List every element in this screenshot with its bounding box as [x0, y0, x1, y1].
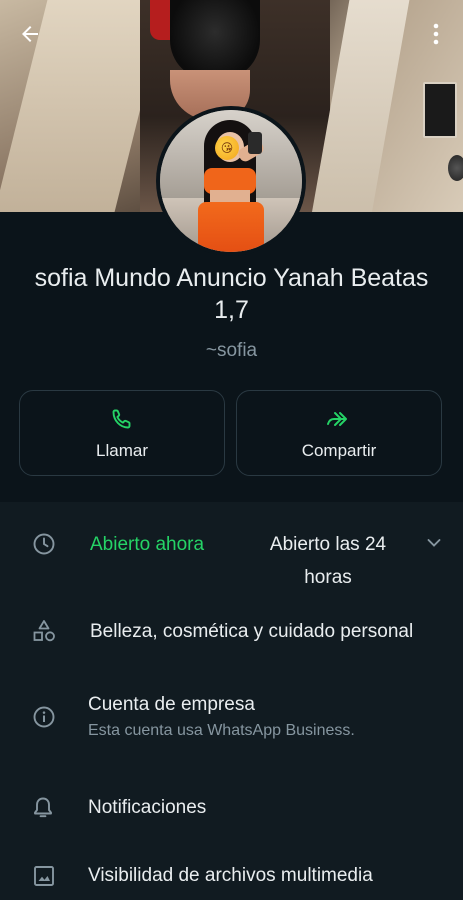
profile-name: sofia Mundo Anuncio Yanah Beatas 1,7 — [34, 264, 429, 324]
share-label: Compartir — [301, 440, 377, 460]
notifications-row[interactable] — [0, 775, 463, 839]
image-icon — [31, 863, 57, 889]
call-button[interactable]: Llamar — [19, 390, 225, 476]
bell-icon — [30, 795, 56, 821]
avatar-phone — [248, 132, 262, 154]
cover-light-switch — [423, 82, 457, 138]
profile-pushname: ~sofia — [205, 340, 258, 361]
phone-icon — [109, 406, 135, 432]
info-icon — [31, 704, 57, 730]
hours-value: Abierto las 24 horas — [269, 534, 387, 588]
category-shapes-icon — [31, 618, 57, 644]
business-account-title: Cuenta de empresa — [88, 694, 255, 715]
business-account-subtitle: Esta cuenta usa WhatsApp Business. — [88, 722, 355, 739]
avatar-photo: 😘 — [160, 110, 302, 252]
business-account-row[interactable] — [0, 680, 463, 760]
cover-skirt — [170, 0, 260, 80]
hours-status: Abierto ahora — [90, 534, 205, 555]
action-buttons: Llamar Compartir — [19, 390, 444, 478]
share-forward-icon — [326, 406, 352, 432]
business-category: Belleza, cosmética y cuidado personal — [90, 621, 414, 642]
more-options-button[interactable] — [424, 18, 448, 50]
more-vertical-icon — [433, 23, 439, 45]
profile-avatar[interactable]: 😘 — [156, 106, 306, 256]
avatar-skirt — [198, 202, 264, 252]
cover-door-knob — [448, 155, 463, 181]
back-button[interactable] — [14, 18, 46, 50]
clock-icon — [31, 531, 57, 557]
call-label: Llamar — [96, 440, 148, 460]
emoji-sticker-icon: 😘 — [215, 136, 239, 160]
chevron-down-icon[interactable] — [423, 530, 445, 556]
media-visibility-label: Visibilidad de archivos multimedia — [88, 865, 373, 886]
share-button[interactable]: Compartir — [236, 390, 442, 476]
notifications-label: Notificaciones — [88, 797, 207, 818]
arrow-left-icon — [22, 26, 38, 42]
